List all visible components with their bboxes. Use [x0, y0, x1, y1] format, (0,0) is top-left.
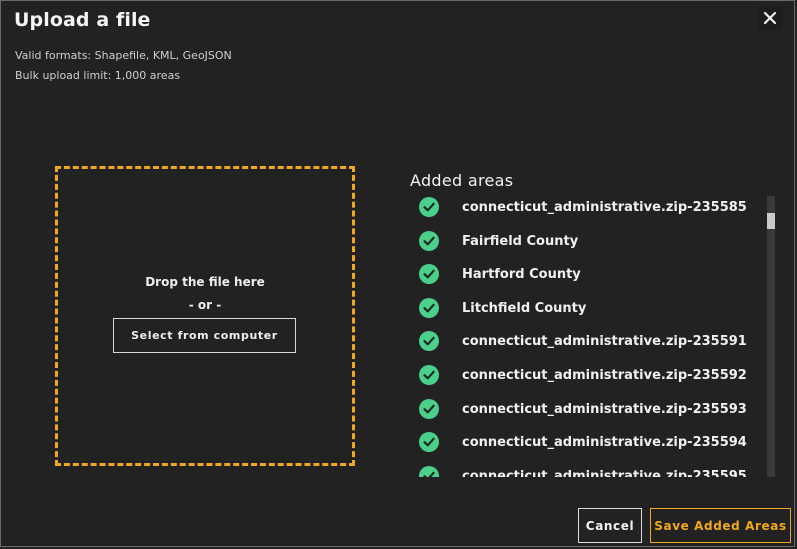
check-circle-icon [419, 264, 439, 284]
check-circle-icon [419, 399, 439, 419]
check-circle-icon [419, 365, 439, 385]
check-circle-icon [419, 466, 439, 477]
list-scrollbar[interactable] [767, 196, 775, 477]
check-circle-icon [419, 231, 439, 251]
area-name: Fairfield County [462, 233, 579, 249]
drop-file-text: Drop the file here [145, 275, 265, 289]
check-circle-icon [419, 432, 439, 452]
area-name: connecticut_administrative.zip-235592 [462, 367, 747, 383]
cancel-button[interactable]: Cancel [578, 508, 642, 543]
check-circle-icon [419, 331, 439, 351]
save-added-areas-button[interactable]: Save Added Areas [650, 508, 791, 543]
list-item: Litchfield County [419, 296, 586, 320]
list-item: connecticut_administrative.zip-235595 [419, 464, 747, 477]
area-name: connecticut_administrative.zip-235591 [462, 333, 747, 349]
area-name: connecticut_administrative.zip-235595 [462, 468, 747, 478]
file-dropzone[interactable]: Drop the file here - or - Select from co… [55, 166, 355, 466]
list-item: connecticut_administrative.zip-235591 [419, 329, 747, 353]
bulk-limit-text: Bulk upload limit: 1,000 areas [15, 69, 181, 82]
area-name: connecticut_administrative.zip-235585 [462, 199, 747, 215]
list-item: Hartford County [419, 262, 581, 286]
scrollbar-thumb[interactable] [767, 213, 775, 229]
select-from-computer-button[interactable]: Select from computer [113, 318, 296, 353]
upload-file-dialog: Upload a file Valid formats: Shapefile, … [0, 0, 795, 547]
check-circle-icon [419, 197, 439, 217]
close-button[interactable] [758, 6, 782, 30]
area-name: Litchfield County [462, 300, 587, 316]
list-item: connecticut_administrative.zip-235592 [419, 363, 747, 387]
added-areas-list[interactable]: connecticut_administrative.zip-235585 Fa… [419, 194, 759, 477]
added-areas-heading: Added areas [410, 171, 514, 190]
valid-formats-text: Valid formats: Shapefile, KML, GeoJSON [15, 49, 232, 62]
list-item: Fairfield County [419, 229, 578, 253]
area-name: connecticut_administrative.zip-235594 [462, 434, 747, 450]
list-item: connecticut_administrative.zip-235585 [419, 195, 747, 219]
or-separator: - or - [188, 298, 222, 312]
dialog-title: Upload a file [14, 9, 151, 31]
list-item: connecticut_administrative.zip-235594 [419, 430, 747, 454]
area-name: Hartford County [462, 266, 581, 282]
list-item: connecticut_administrative.zip-235593 [419, 397, 747, 421]
check-circle-icon [419, 298, 439, 318]
close-icon [763, 11, 777, 25]
area-name: connecticut_administrative.zip-235593 [462, 401, 747, 417]
